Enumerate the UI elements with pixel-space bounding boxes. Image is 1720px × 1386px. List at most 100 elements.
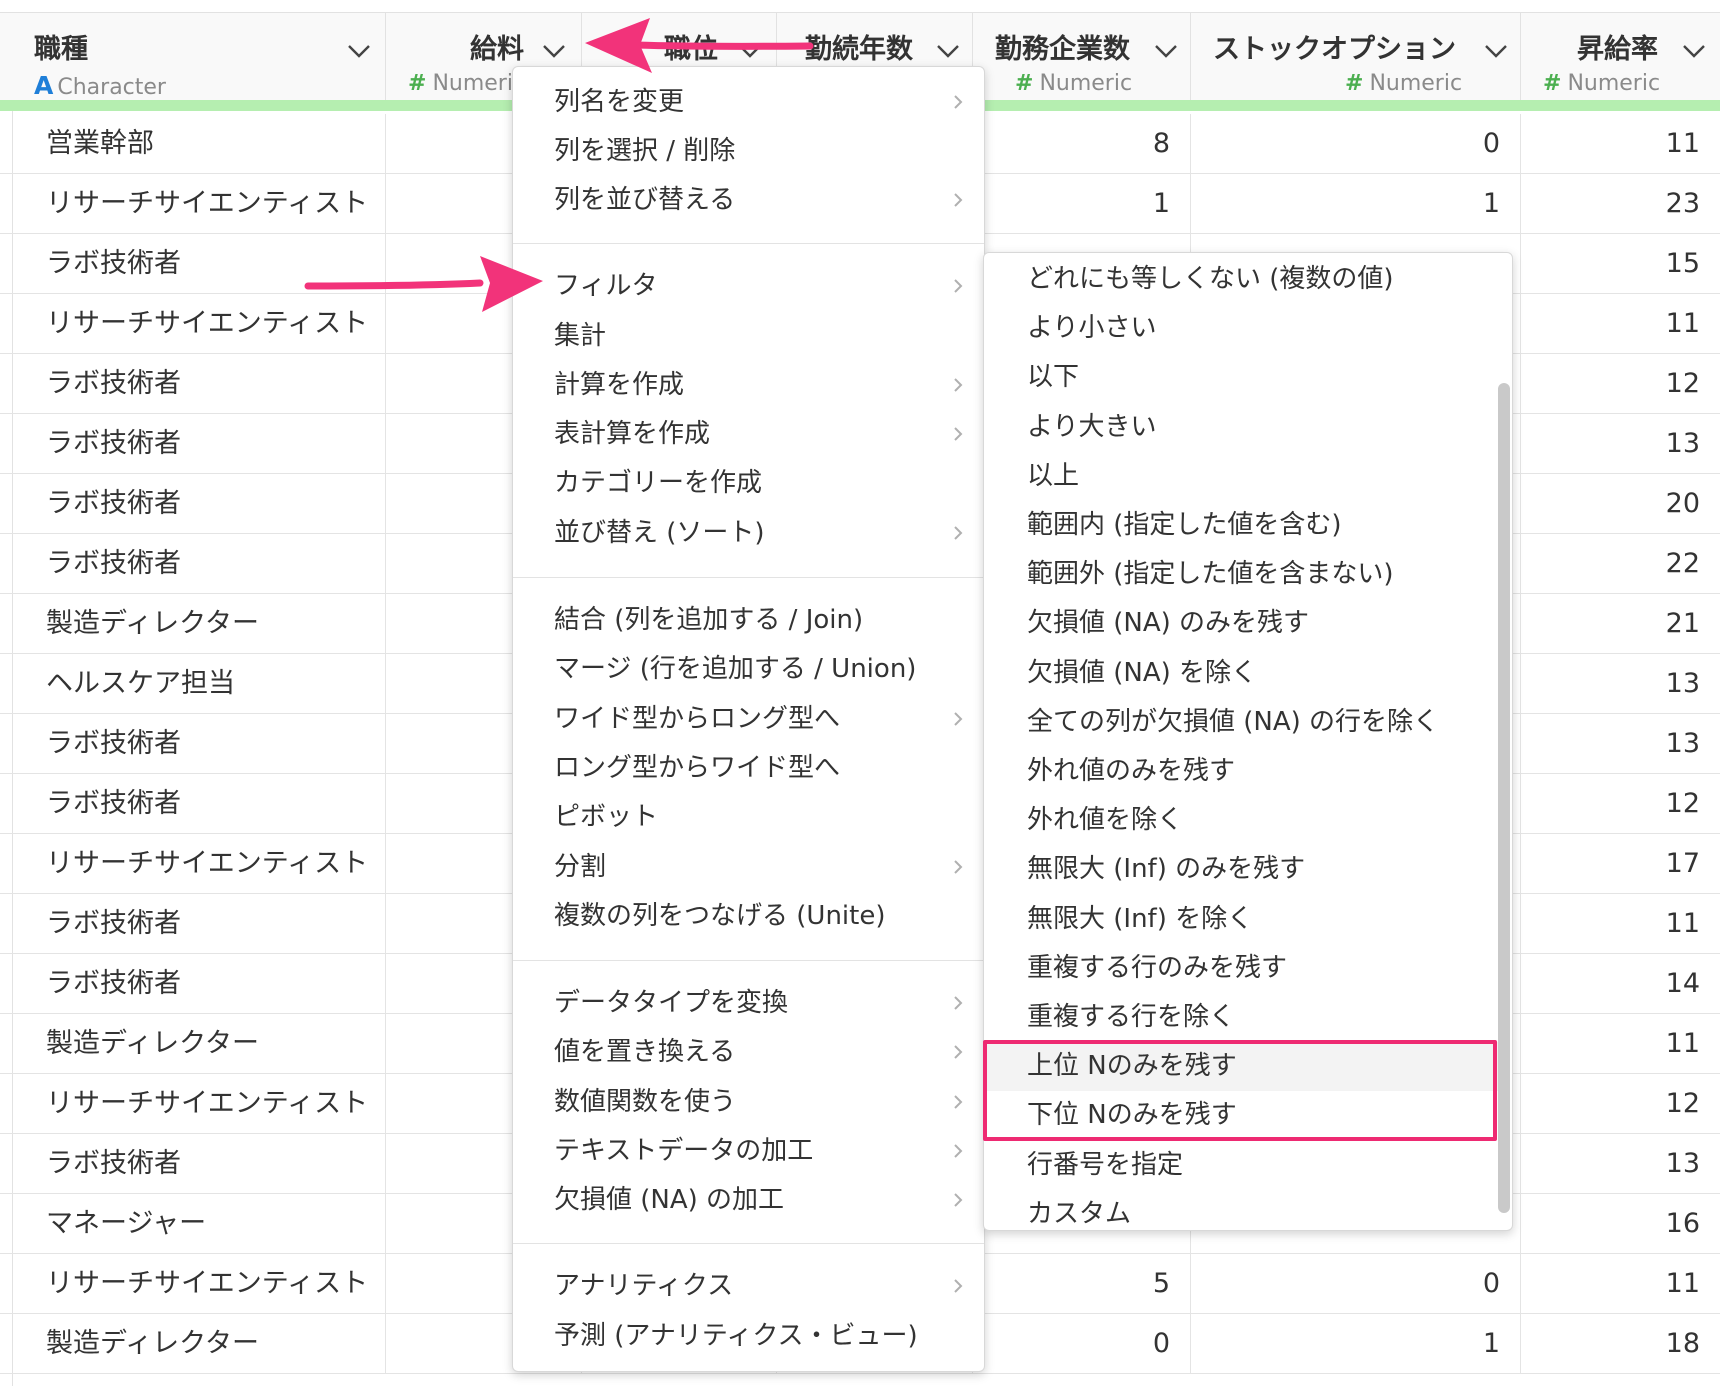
column-header-companies[interactable]: 勤務企業数 # Numeric [973, 13, 1191, 101]
cell-job[interactable]: 営業幹部 [12, 114, 386, 173]
menu-item[interactable]: 結合 (列を追加する / Join) [513, 597, 984, 643]
cell-companies[interactable]: 1 [973, 174, 1191, 233]
cell-raise-rate[interactable]: 11 [1521, 894, 1720, 953]
cell-job[interactable]: リサーチサイエンティスト [12, 1254, 386, 1313]
cell-raise-rate[interactable]: 13 [1521, 714, 1720, 773]
cell-raise-rate[interactable]: 20 [1521, 474, 1720, 533]
chevron-down-icon[interactable] [1681, 41, 1707, 61]
cell-job[interactable]: ラボ技術者 [12, 354, 386, 413]
menu-item[interactable]: フィルタ [513, 263, 984, 309]
cell-raise-rate[interactable]: 13 [1521, 1134, 1720, 1193]
menu-item[interactable]: データタイプを変換 [513, 980, 984, 1026]
chevron-down-icon[interactable] [346, 41, 372, 61]
cell-raise-rate[interactable]: 18 [1521, 1314, 1720, 1373]
chevron-down-icon[interactable] [1153, 41, 1179, 61]
cell-job[interactable]: 製造ディレクター [12, 1314, 386, 1373]
cell-job[interactable]: ラボ技術者 [12, 954, 386, 1013]
cell-raise-rate[interactable]: 21 [1521, 594, 1720, 653]
cell-job[interactable]: リサーチサイエンティスト [12, 834, 386, 893]
cell-raise-rate[interactable]: 11 [1521, 294, 1720, 353]
menu-item[interactable]: ロング型からワイド型へ [513, 745, 984, 791]
filter-option[interactable]: 欠損値 (NA) のみを残す [984, 599, 1499, 648]
menu-item[interactable]: 列名を変更 [513, 79, 984, 125]
cell-job[interactable]: ラボ技術者 [12, 1134, 386, 1193]
cell-companies[interactable]: 8 [973, 114, 1191, 173]
cell-job[interactable]: ラボ技術者 [12, 414, 386, 473]
filter-option[interactable]: 範囲内 (指定した値を含む) [984, 501, 1499, 550]
column-header-stock-option[interactable]: ストックオプション # Numeric [1191, 13, 1521, 101]
menu-item[interactable]: 集計 [513, 313, 984, 359]
menu-item[interactable]: カテゴリーを作成 [513, 460, 984, 506]
filter-option[interactable]: 行番号を指定 [984, 1141, 1499, 1190]
filter-option[interactable]: 欠損値 (NA) を除く [984, 649, 1499, 698]
filter-option[interactable]: 以上 [984, 452, 1499, 501]
menu-item[interactable]: 計算を作成 [513, 362, 984, 408]
column-header-job[interactable]: 職種 A Character [12, 13, 386, 101]
cell-raise-rate[interactable]: 15 [1521, 234, 1720, 293]
cell-job[interactable]: リサーチサイエンティスト [12, 294, 386, 353]
menu-item[interactable]: ワイド型からロング型へ [513, 696, 984, 742]
filter-option[interactable]: 範囲外 (指定した値を含まない) [984, 550, 1499, 599]
cell-job[interactable]: リサーチサイエンティスト [12, 1074, 386, 1133]
chevron-down-icon[interactable] [1483, 41, 1509, 61]
cell-raise-rate[interactable]: 12 [1521, 354, 1720, 413]
menu-item[interactable]: 分割 [513, 844, 984, 890]
menu-item[interactable]: 欠損値 (NA) の加工 [513, 1177, 984, 1223]
filter-option[interactable]: 全ての列が欠損値 (NA) の行を除く [984, 698, 1499, 747]
filter-option[interactable]: 無限大 (Inf) を除く [984, 895, 1499, 944]
column-header-raise-rate[interactable]: 昇給率 # Numeric [1521, 13, 1720, 101]
cell-stock-option[interactable]: 1 [1191, 174, 1521, 233]
cell-job[interactable]: ラボ技術者 [12, 894, 386, 953]
menu-item[interactable]: アナリティクス [513, 1263, 984, 1309]
cell-raise-rate[interactable]: 22 [1521, 534, 1720, 593]
cell-raise-rate[interactable]: 12 [1521, 1074, 1720, 1133]
menu-item[interactable]: 列を選択 / 削除 [513, 128, 984, 174]
cell-job[interactable]: ラボ技術者 [12, 774, 386, 833]
cell-raise-rate[interactable]: 12 [1521, 774, 1720, 833]
cell-job[interactable]: ラボ技術者 [12, 234, 386, 293]
cell-raise-rate[interactable]: 13 [1521, 414, 1720, 473]
chevron-down-icon[interactable] [541, 41, 567, 61]
filter-option[interactable]: より小さい [984, 304, 1499, 353]
menu-item[interactable]: 値を置き換える [513, 1029, 984, 1075]
filter-option[interactable]: 無限大 (Inf) のみを残す [984, 845, 1499, 894]
cell-stock-option[interactable]: 0 [1191, 1254, 1521, 1313]
cell-raise-rate[interactable]: 16 [1521, 1194, 1720, 1253]
filter-option[interactable]: どれにも等しくない (複数の値) [984, 255, 1499, 304]
menu-item[interactable]: 表計算を作成 [513, 411, 984, 457]
filter-option[interactable]: 重複する行を除く [984, 993, 1499, 1042]
menu-item[interactable]: 数値関数を使う [513, 1079, 984, 1125]
menu-item[interactable]: ピボット [513, 794, 984, 840]
cell-companies[interactable]: 0 [973, 1314, 1191, 1373]
cell-raise-rate[interactable]: 17 [1521, 834, 1720, 893]
menu-item[interactable]: マージ (行を追加する / Union) [513, 646, 984, 692]
menu-item[interactable]: 複数の列をつなげる (Unite) [513, 893, 984, 939]
cell-job[interactable]: ラボ技術者 [12, 534, 386, 593]
cell-raise-rate[interactable]: 11 [1521, 1014, 1720, 1073]
chevron-down-icon[interactable] [737, 41, 763, 61]
cell-job[interactable]: マネージャー [12, 1194, 386, 1253]
cell-raise-rate[interactable]: 11 [1521, 114, 1720, 173]
cell-job[interactable]: 製造ディレクター [12, 1014, 386, 1073]
cell-job[interactable]: ラボ技術者 [12, 714, 386, 773]
cell-job[interactable]: ヘルスケア担当 [12, 654, 386, 713]
menu-item[interactable]: 並び替え (ソート) [513, 510, 984, 556]
cell-raise-rate[interactable]: 13 [1521, 654, 1720, 713]
cell-stock-option[interactable]: 0 [1191, 114, 1521, 173]
filter-option[interactable]: 外れ値を除く [984, 796, 1499, 845]
filter-option[interactable]: 以下 [984, 353, 1499, 402]
menu-item[interactable]: テキストデータの加工 [513, 1128, 984, 1174]
filter-option[interactable]: カスタム [984, 1190, 1499, 1230]
cell-stock-option[interactable]: 1 [1191, 1314, 1521, 1373]
menu-item[interactable]: 列を並び替える [513, 177, 984, 223]
cell-raise-rate[interactable]: 11 [1521, 1254, 1720, 1313]
cell-raise-rate[interactable]: 14 [1521, 954, 1720, 1013]
cell-job[interactable]: リサーチサイエンティスト [12, 174, 386, 233]
filter-option[interactable]: 重複する行のみを残す [984, 944, 1499, 993]
filter-option[interactable]: 外れ値のみを残す [984, 747, 1499, 796]
cell-raise-rate[interactable]: 23 [1521, 174, 1720, 233]
filter-option[interactable]: より大きい [984, 403, 1499, 452]
submenu-scrollbar[interactable] [1498, 383, 1510, 1213]
cell-job[interactable]: 製造ディレクター [12, 594, 386, 653]
chevron-down-icon[interactable] [935, 41, 961, 61]
